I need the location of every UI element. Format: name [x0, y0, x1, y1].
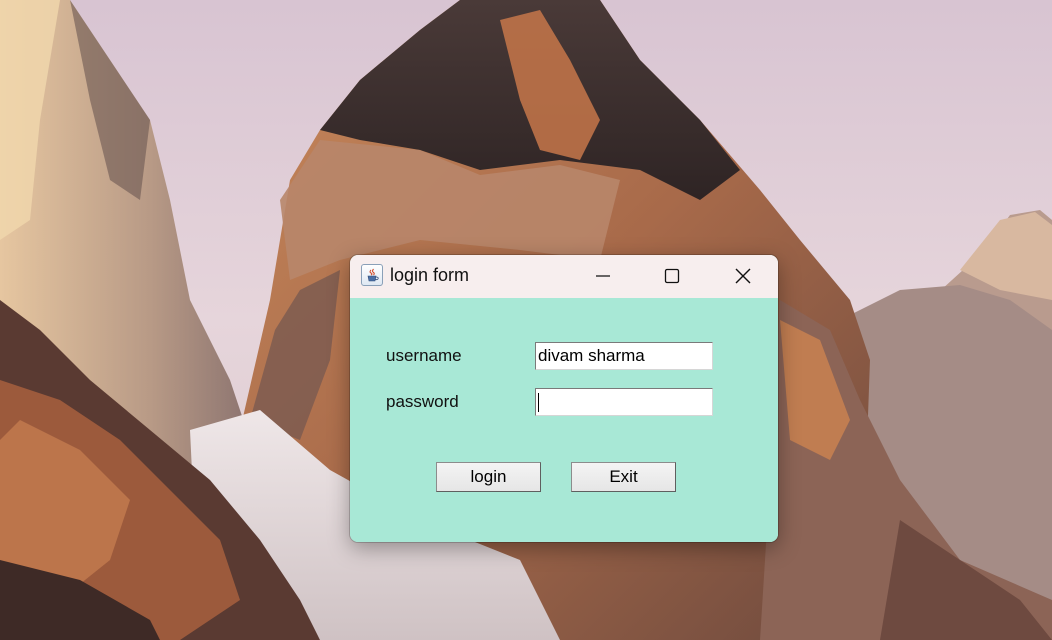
window-titlebar[interactable]: login form: [350, 255, 778, 298]
maximize-icon: [664, 268, 680, 284]
maximize-button[interactable]: [649, 255, 695, 298]
password-input[interactable]: [535, 388, 713, 416]
minimize-button[interactable]: [580, 255, 626, 298]
text-cursor: [538, 393, 539, 412]
java-coffee-cup-icon: [361, 264, 383, 286]
close-icon: [735, 268, 751, 284]
password-label: password: [386, 392, 459, 411]
login-form-panel: username password login Exit: [350, 298, 778, 542]
login-button[interactable]: login: [436, 462, 541, 492]
minimize-icon: [596, 275, 610, 277]
window-title: login form: [390, 265, 470, 285]
login-form-window: login form username password: [350, 255, 778, 542]
exit-button[interactable]: Exit: [571, 462, 676, 492]
desktop-wallpaper: login form username password: [0, 0, 1052, 640]
username-label: username: [386, 346, 462, 365]
username-input[interactable]: [535, 342, 713, 370]
close-button[interactable]: [720, 255, 766, 298]
